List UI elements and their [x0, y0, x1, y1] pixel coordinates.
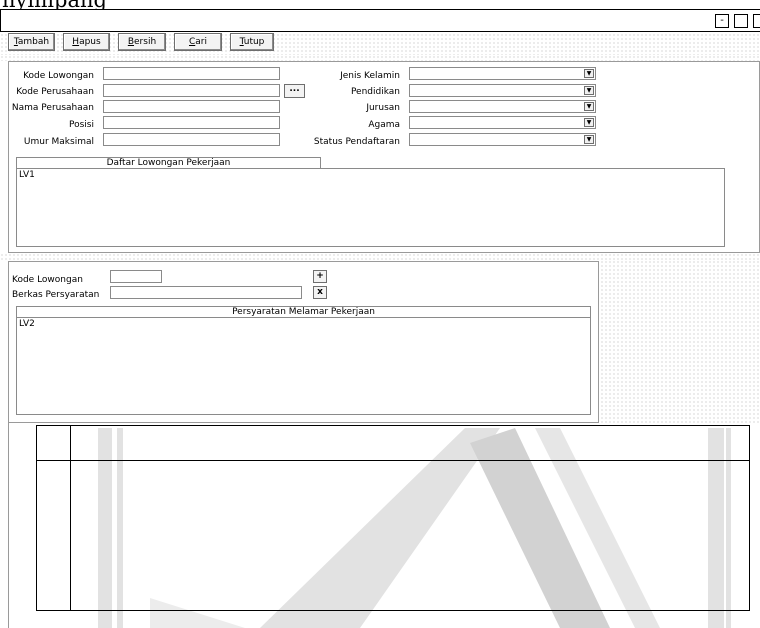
dropdown-arrow-icon[interactable]: ▼: [584, 86, 594, 95]
persyaratan-list[interactable]: LV2: [16, 317, 591, 415]
jurusan-select[interactable]: ▼: [409, 100, 596, 113]
table-header-divider: [36, 460, 750, 461]
tutup-button[interactable]: Tutup: [230, 33, 274, 51]
pendidikan-label: Pendidikan: [350, 87, 400, 97]
hapus-button[interactable]: Hapus: [63, 33, 110, 51]
dropdown-arrow-icon[interactable]: ▼: [584, 102, 594, 111]
umur-maksimal-input[interactable]: [103, 133, 280, 146]
persyaratan-header: Persyaratan Melamar Pekerjaan: [16, 306, 591, 317]
jurusan-label: Jurusan: [366, 103, 400, 113]
window-title-bar: -: [0, 9, 760, 32]
table-column-divider: [70, 425, 71, 611]
berkas-persyaratan-label: Berkas Persyaratan: [12, 290, 100, 300]
agama-label: Agama: [368, 120, 400, 130]
bersih-button[interactable]: Bersih: [118, 33, 166, 51]
dotted-band-2: [0, 253, 760, 260]
daftar-lowongan-list[interactable]: LV1: [16, 168, 725, 247]
add-button[interactable]: +: [313, 270, 327, 283]
empty-table: [36, 425, 750, 611]
agama-select[interactable]: ▼: [409, 116, 596, 129]
list-placeholder: LV2: [19, 319, 35, 329]
kode-lowongan-input[interactable]: [103, 67, 280, 80]
tambah-button[interactable]: Tambah: [8, 33, 55, 51]
kode-perusahaan-input[interactable]: [103, 84, 280, 97]
remove-button[interactable]: x: [313, 286, 327, 299]
kode-lowongan2-label: Kode Lowongan: [12, 275, 83, 285]
jenis-kelamin-select[interactable]: ▼: [409, 67, 596, 80]
dotted-area: [600, 260, 760, 423]
jenis-kelamin-label: Jenis Kelamin: [340, 71, 400, 81]
posisi-label: Posisi: [69, 120, 94, 130]
minimize-button[interactable]: -: [715, 14, 729, 28]
list-placeholder: LV1: [19, 170, 35, 180]
posisi-input[interactable]: [103, 116, 280, 129]
kode-perusahaan-label: Kode Perusahaan: [16, 87, 94, 97]
kode-lowongan-label: Kode Lowongan: [23, 71, 94, 81]
pendidikan-select[interactable]: ▼: [409, 84, 596, 97]
maximize-button[interactable]: [734, 14, 748, 28]
nama-perusahaan-input[interactable]: [103, 100, 280, 113]
dropdown-arrow-icon[interactable]: ▼: [584, 69, 594, 78]
nama-perusahaan-label: Nama Perusahaan: [11, 103, 94, 113]
daftar-lowongan-header: Daftar Lowongan Pekerjaan: [16, 157, 321, 168]
umur-maksimal-label: Umur Maksimal: [23, 137, 94, 147]
toolbar: Tambah Hapus Bersih Cari Tutup: [0, 33, 760, 55]
cari-button[interactable]: Cari: [174, 33, 222, 51]
status-pendaftaran-select[interactable]: ▼: [409, 133, 596, 146]
berkas-persyaratan-input[interactable]: [110, 286, 302, 299]
dropdown-arrow-icon[interactable]: ▼: [584, 118, 594, 127]
kode-lowongan2-input[interactable]: [110, 270, 162, 283]
dropdown-arrow-icon[interactable]: ▼: [584, 135, 594, 144]
status-pendaftaran-label: Status Pendaftaran: [313, 137, 400, 147]
close-button[interactable]: [753, 14, 760, 28]
minimize-icon: -: [720, 15, 724, 26]
